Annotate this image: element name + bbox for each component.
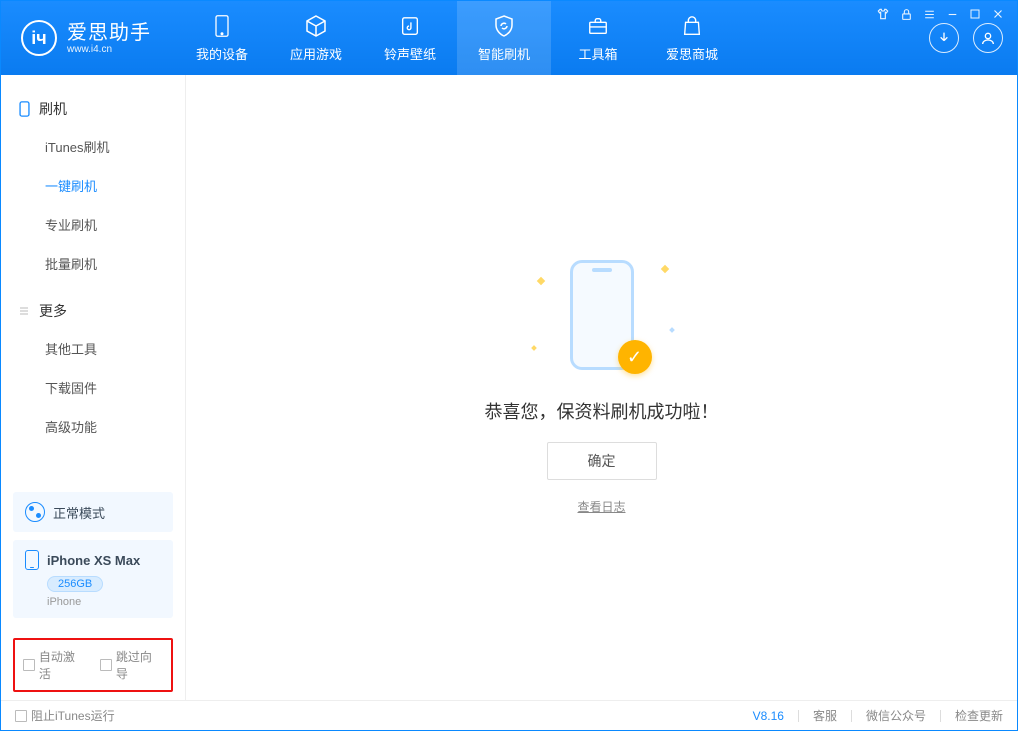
section-title: 更多 [39, 301, 67, 321]
success-message: 恭喜您，保资料刷机成功啦！ [485, 398, 719, 424]
checkbox-label: 阻止iTunes运行 [31, 707, 115, 724]
music-icon [398, 14, 422, 38]
logo: iч 爱思助手 www.i4.cn [21, 20, 151, 56]
ok-button[interactable]: 确定 [547, 442, 657, 480]
version-label: V8.16 [753, 709, 784, 723]
tab-store[interactable]: 爱思商城 [645, 1, 739, 75]
checkbox-icon [15, 710, 27, 722]
device-name: iPhone XS Max [47, 553, 140, 568]
user-button[interactable] [973, 23, 1003, 53]
statusbar: 阻止iTunes运行 V8.16 客服 微信公众号 检查更新 [1, 700, 1017, 730]
sidebar-item-oneclick-flash[interactable]: 一键刷机 [1, 166, 185, 205]
tab-label: 我的设备 [196, 44, 248, 63]
tab-tools[interactable]: 工具箱 [551, 1, 645, 75]
spark-icon [660, 265, 668, 273]
tab-apps[interactable]: 应用游戏 [269, 1, 363, 75]
spark-icon [531, 345, 537, 351]
divider [798, 710, 799, 722]
check-badge-icon: ✓ [618, 340, 652, 374]
device-storage: 256GB [47, 576, 103, 592]
support-link[interactable]: 客服 [813, 707, 837, 724]
app-window: iч 爱思助手 www.i4.cn 我的设备 应用游戏 铃声壁纸 智能刷机 [0, 0, 1018, 731]
sidebar-item-other-tools[interactable]: 其他工具 [1, 329, 185, 368]
sidebar-section-flash: 刷机 [1, 91, 185, 127]
spark-icon [536, 277, 544, 285]
tab-label: 爱思商城 [666, 44, 718, 63]
app-url: www.i4.cn [67, 44, 151, 55]
tab-ringtones[interactable]: 铃声壁纸 [363, 1, 457, 75]
flash-options-row: 自动激活 跳过向导 [13, 638, 173, 692]
sidebar-item-pro-flash[interactable]: 专业刷机 [1, 205, 185, 244]
header-right-buttons [929, 23, 1003, 53]
titlebar: iч 爱思助手 www.i4.cn 我的设备 应用游戏 铃声壁纸 智能刷机 [1, 1, 1017, 75]
checkbox-icon [23, 659, 35, 671]
success-illustration: ✓ [532, 260, 672, 380]
download-button[interactable] [929, 23, 959, 53]
bag-icon [680, 14, 704, 38]
tab-label: 工具箱 [578, 44, 617, 63]
spark-icon [669, 327, 675, 333]
device-icon [25, 550, 39, 570]
menu-icon[interactable] [923, 8, 936, 21]
shield-refresh-icon [492, 14, 516, 38]
divider [940, 710, 941, 722]
tab-label: 智能刷机 [478, 44, 530, 63]
phone-small-icon [17, 101, 31, 117]
maximize-icon[interactable] [969, 8, 981, 20]
sidebar-item-advanced[interactable]: 高级功能 [1, 407, 185, 446]
lock-icon[interactable] [900, 8, 913, 21]
wechat-link[interactable]: 微信公众号 [866, 707, 926, 724]
checkbox-skip-guide[interactable]: 跳过向导 [100, 648, 163, 682]
mode-label: 正常模式 [53, 503, 105, 522]
toolbox-icon [586, 14, 610, 38]
minimize-icon[interactable] [946, 8, 959, 21]
section-title: 刷机 [39, 99, 67, 119]
checkbox-icon [100, 659, 112, 671]
main-content: ✓ 恭喜您，保资料刷机成功啦！ 确定 查看日志 [186, 75, 1017, 700]
tshirt-icon[interactable] [876, 7, 890, 21]
divider [851, 710, 852, 722]
sidebar: 刷机 iTunes刷机 一键刷机 专业刷机 批量刷机 更多 其他工具 下载固件 … [1, 75, 186, 700]
sidebar-item-download-firmware[interactable]: 下载固件 [1, 368, 185, 407]
tab-my-device[interactable]: 我的设备 [175, 1, 269, 75]
list-icon [17, 305, 31, 317]
view-log-link[interactable]: 查看日志 [577, 498, 625, 515]
checkbox-label: 跳过向导 [116, 648, 163, 682]
check-update-link[interactable]: 检查更新 [955, 707, 1003, 724]
checkbox-auto-activate[interactable]: 自动激活 [23, 648, 86, 682]
close-icon[interactable] [991, 7, 1005, 21]
mode-status[interactable]: 正常模式 [13, 492, 173, 532]
phone-icon [210, 14, 234, 38]
sidebar-item-itunes-flash[interactable]: iTunes刷机 [1, 127, 185, 166]
tab-flash[interactable]: 智能刷机 [457, 1, 551, 75]
device-info[interactable]: iPhone XS Max 256GB iPhone [13, 540, 173, 618]
main-tabs: 我的设备 应用游戏 铃声壁纸 智能刷机 工具箱 爱思商城 [175, 1, 739, 75]
cube-icon [304, 14, 328, 38]
window-controls [876, 7, 1005, 21]
app-name: 爱思助手 [67, 22, 151, 44]
checkbox-block-itunes[interactable]: 阻止iTunes运行 [15, 707, 115, 724]
device-type: iPhone [47, 596, 161, 608]
tab-label: 应用游戏 [290, 44, 342, 63]
sidebar-section-more: 更多 [1, 293, 185, 329]
logo-icon: iч [21, 20, 57, 56]
mode-icon [25, 502, 45, 522]
tab-label: 铃声壁纸 [384, 44, 436, 63]
sidebar-item-batch-flash[interactable]: 批量刷机 [1, 244, 185, 283]
checkbox-label: 自动激活 [39, 648, 86, 682]
